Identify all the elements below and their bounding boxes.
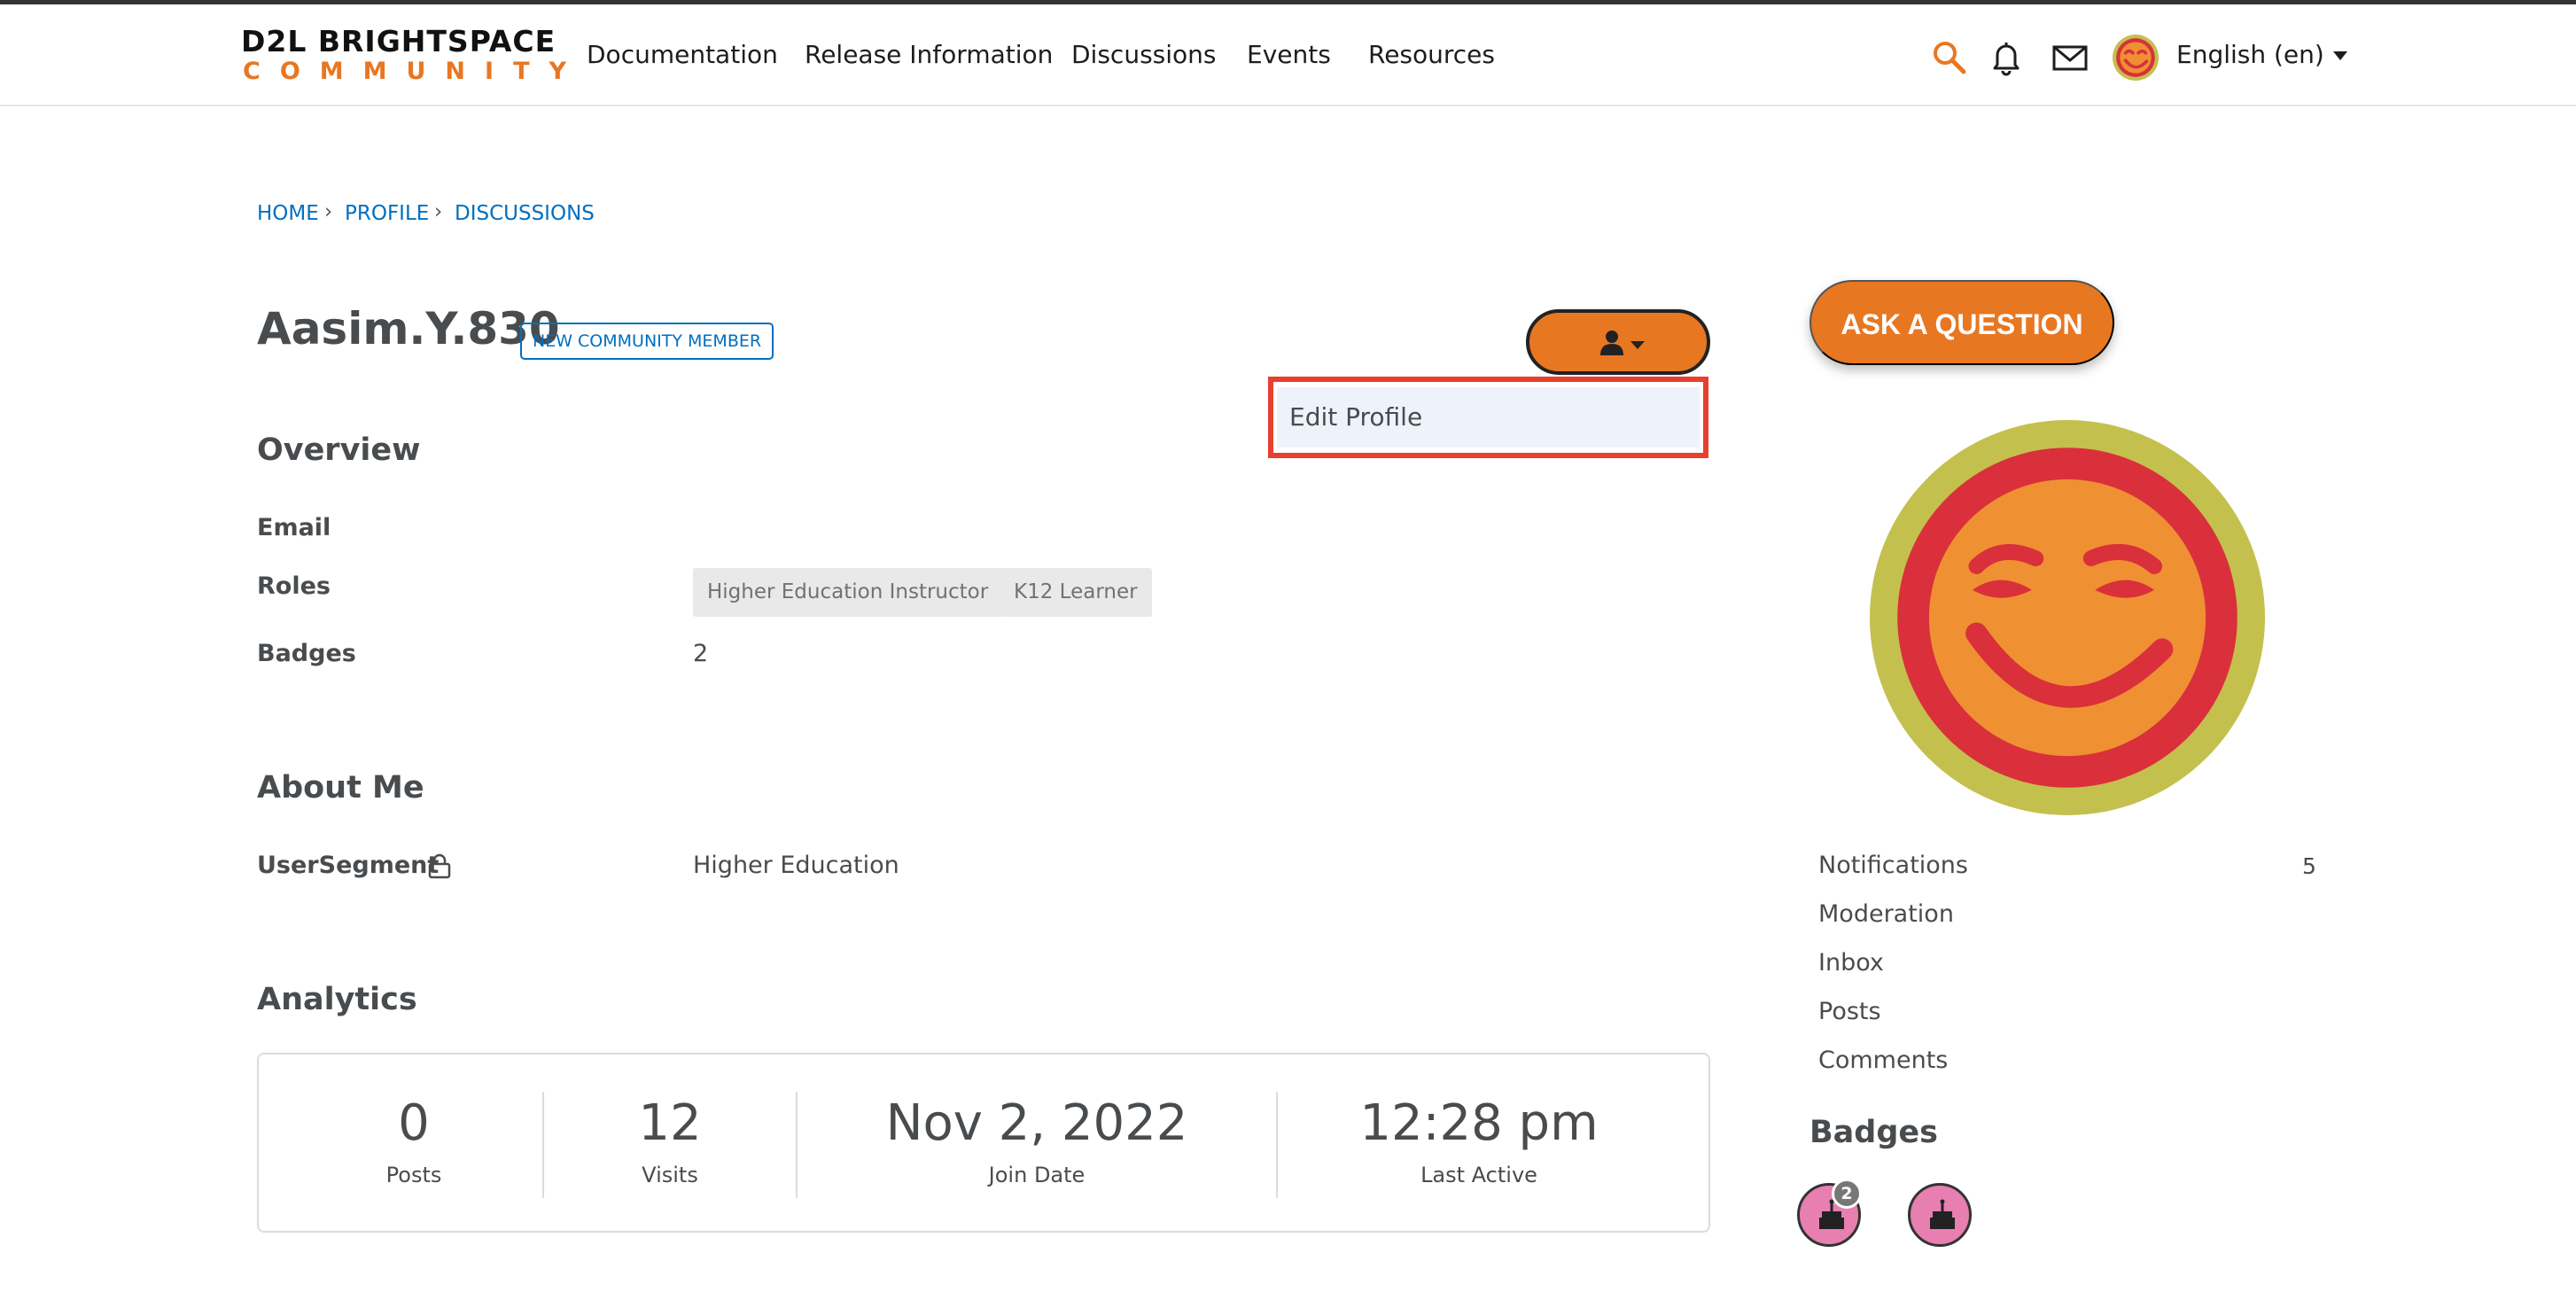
analytics-panel: 0 Posts 12 Visits Nov 2, 2022 Join Date … [257,1053,1710,1233]
user-icon [1599,329,1625,355]
overview-title: Overview [257,432,421,468]
breadcrumb-separator: › [324,200,333,223]
logo-line2: COMMUNITY [243,58,587,85]
user-segment-label: UserSegment [257,852,440,879]
role-tag: Higher Education Instructor [693,568,1003,617]
nav-release-information[interactable]: Release Information [805,40,1053,69]
nav-documentation[interactable]: Documentation [587,40,778,69]
language-selector[interactable]: English (en) [2176,40,2347,69]
rank-badge: NEW COMMUNITY MEMBER [520,323,774,360]
breadcrumb-home[interactable]: HOME [257,202,319,225]
badges-value: 2 [693,640,709,667]
bell-icon[interactable] [1987,38,2026,77]
breadcrumb-separator: › [434,200,443,223]
sidebar-link-comments[interactable]: Comments [1818,1047,1948,1074]
role-tag: K12 Learner [1000,568,1152,617]
edit-profile-menu-item[interactable]: Edit Profile [1277,387,1700,448]
badge-cake[interactable] [1908,1183,1972,1247]
sidebar-link-inbox[interactable]: Inbox [1818,949,1884,977]
stat-value: 12 [638,1094,702,1152]
chevron-down-icon [2332,51,2347,60]
site-logo[interactable]: D2L BRIGHTSPACE COMMUNITY [241,24,566,88]
stat-label: Last Active [1420,1163,1537,1187]
stat-last-active: 12:28 pm Last Active [1278,1055,1680,1234]
stat-label: Join Date [988,1163,1086,1187]
stat-value: 12:28 pm [1359,1094,1599,1152]
language-label: English (en) [2176,40,2324,69]
stat-visits: 12 Visits [544,1055,796,1234]
stat-value: Nov 2, 2022 [885,1094,1188,1152]
stat-posts: 0 Posts [294,1055,533,1234]
analytics-title: Analytics [257,982,417,1017]
avatar[interactable] [2113,35,2159,81]
mail-icon[interactable] [2051,38,2090,77]
logo-line1: D2L BRIGHTSPACE [241,24,556,58]
roles-label: Roles [257,572,331,600]
profile-options-button[interactable] [1526,309,1710,375]
about-me-title: About Me [257,770,424,806]
badges-section-title: Badges [1809,1115,1938,1150]
lock-icon [428,852,451,879]
profile-options-menu: Edit Profile [1268,377,1708,458]
chevron-down-icon [1630,341,1645,349]
stat-value: 0 [398,1094,430,1152]
sidebar-link-posts[interactable]: Posts [1818,998,1881,1025]
nav-events[interactable]: Events [1247,40,1331,69]
site-header: D2L BRIGHTSPACE COMMUNITY Documentation … [0,4,2576,106]
profile-avatar [1870,420,2265,815]
stat-label: Visits [642,1163,698,1187]
nav-resources[interactable]: Resources [1368,40,1495,69]
badge-count: 2 [1832,1179,1862,1209]
user-segment-value: Higher Education [693,852,899,879]
breadcrumb-profile[interactable]: PROFILE [345,202,429,225]
breadcrumb-discussions[interactable]: DISCUSSIONS [455,202,595,225]
search-icon[interactable] [1930,38,1969,77]
badges-label: Badges [257,640,356,667]
sidebar-link-notifications[interactable]: Notifications [1818,852,1968,879]
ask-question-button[interactable]: ASK A QUESTION [1809,280,2114,365]
stat-join-date: Nov 2, 2022 Join Date [798,1055,1276,1234]
nav-discussions[interactable]: Discussions [1071,40,1217,69]
notifications-count: 5 [2302,853,2316,879]
stat-label: Posts [385,1163,442,1187]
profile-username: Aasim.Y.830 [257,303,560,354]
email-label: Email [257,514,331,541]
sidebar-link-moderation[interactable]: Moderation [1818,900,1954,928]
